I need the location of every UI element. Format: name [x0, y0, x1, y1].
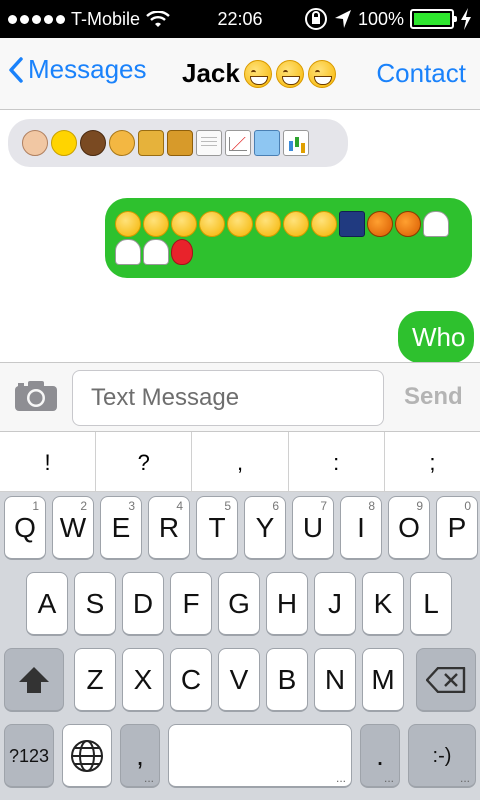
key-m[interactable]: M: [362, 648, 404, 712]
trumpet-icon: [138, 130, 164, 156]
battery-icon: [410, 9, 457, 29]
ghost-icon: [143, 239, 169, 265]
key-h[interactable]: H: [266, 572, 308, 636]
contact-name: Jack: [182, 58, 240, 88]
document-icon: [196, 130, 222, 156]
language-key[interactable]: [62, 724, 112, 788]
comma-key[interactable]: ,...: [120, 724, 160, 788]
night-city-icon: [339, 211, 365, 237]
send-button[interactable]: Send: [404, 383, 463, 411]
grinning-face-icon: [283, 211, 309, 237]
shift-key[interactable]: [4, 648, 64, 712]
key-q[interactable]: 1Q: [4, 496, 46, 560]
globe-icon: [71, 740, 103, 772]
chart-up-icon: [225, 130, 251, 156]
key-p[interactable]: 0P: [436, 496, 478, 560]
jack-o-lantern-icon: [395, 211, 421, 237]
carousel-icon: [254, 130, 280, 156]
backspace-icon: [425, 666, 466, 694]
battery-percent: 100%: [357, 8, 404, 29]
grinning-face-icon: [307, 59, 336, 88]
camera-icon[interactable]: [14, 380, 58, 412]
key-b[interactable]: B: [266, 648, 308, 712]
conversation-view[interactable]: Who: [0, 111, 480, 362]
smiley-key[interactable]: :-)...: [408, 724, 476, 788]
punct-comma-key[interactable]: ,: [192, 432, 289, 491]
saxophone-icon: [167, 130, 193, 156]
chevron-left-icon: [9, 56, 23, 83]
grinning-face-icon: [311, 211, 337, 237]
status-bar: T-Mobile 22:06 100%: [0, 0, 480, 38]
grinning-face-icon: [243, 59, 272, 88]
status-right: 100%: [304, 7, 472, 31]
chick-icon: [51, 130, 77, 156]
key-d[interactable]: D: [122, 572, 164, 636]
message-text-field[interactable]: [72, 370, 384, 426]
rotation-lock-icon: [304, 8, 327, 30]
confounded-face-icon: [143, 211, 169, 237]
grinning-face-icon: [275, 59, 304, 88]
key-a[interactable]: A: [26, 572, 68, 636]
punct-semicolon-key[interactable]: ;: [385, 432, 480, 491]
blushing-face-icon: [171, 211, 197, 237]
key-i[interactable]: 8I: [340, 496, 382, 560]
back-to-messages-button[interactable]: Messages: [6, 54, 147, 85]
contact-button[interactable]: Contact: [376, 58, 466, 89]
message-input-bar: Send: [0, 362, 480, 432]
ghost-icon: [115, 239, 141, 265]
key-y[interactable]: 6Y: [244, 496, 286, 560]
crazy-face-icon: [227, 211, 253, 237]
space-key[interactable]: ...: [168, 724, 352, 788]
charging-bolt-icon: [461, 8, 471, 30]
punct-exclamation-key[interactable]: !: [0, 432, 97, 491]
key-l[interactable]: L: [410, 572, 452, 636]
key-r[interactable]: 4R: [148, 496, 190, 560]
key-z[interactable]: Z: [74, 648, 116, 712]
key-c[interactable]: C: [170, 648, 212, 712]
key-e[interactable]: 3E: [100, 496, 142, 560]
numbers-mode-key[interactable]: ?123: [4, 724, 54, 788]
pensive-face-icon: [255, 211, 281, 237]
hamster-icon: [22, 130, 48, 156]
key-f[interactable]: F: [170, 572, 212, 636]
jack-o-lantern-icon: [367, 211, 393, 237]
kissing-face-icon: [115, 211, 141, 237]
period-key[interactable]: ....: [360, 724, 400, 788]
punctuation-bar: ! ? , : ;: [0, 432, 480, 492]
key-t[interactable]: 5T: [196, 496, 238, 560]
backspace-key[interactable]: [416, 648, 476, 712]
key-u[interactable]: 7U: [292, 496, 334, 560]
cat-icon: [109, 130, 135, 156]
tongue-wink-face-icon: [199, 211, 225, 237]
incoming-message-bubble[interactable]: [8, 119, 348, 167]
key-v[interactable]: V: [218, 648, 260, 712]
key-k[interactable]: K: [362, 572, 404, 636]
balloon-icon: [171, 239, 193, 265]
key-o[interactable]: 9O: [388, 496, 430, 560]
bar-chart-icon: [283, 130, 309, 156]
key-n[interactable]: N: [314, 648, 356, 712]
keyboard: 1Q 2W 3E 4R 5T 6Y 7U 8I 9O 0P A S D F G …: [0, 492, 480, 800]
navigation-bar: Messages Jack Contact: [0, 38, 480, 110]
key-x[interactable]: X: [122, 648, 164, 712]
key-j[interactable]: J: [314, 572, 356, 636]
key-w[interactable]: 2W: [52, 496, 94, 560]
location-icon: [334, 10, 351, 28]
punct-colon-key[interactable]: :: [289, 432, 385, 491]
back-label: Messages: [28, 54, 147, 84]
outgoing-message-bubble[interactable]: [105, 198, 472, 278]
horse-icon: [80, 130, 106, 156]
conversation-title: Jack: [182, 58, 336, 89]
punct-question-key[interactable]: ?: [96, 432, 193, 491]
outgoing-message-bubble[interactable]: Who: [398, 311, 474, 362]
key-g[interactable]: G: [218, 572, 260, 636]
shift-arrow-icon: [19, 667, 49, 693]
ghost-icon: [423, 211, 449, 237]
key-s[interactable]: S: [74, 572, 116, 636]
message-text: Who: [412, 321, 466, 352]
